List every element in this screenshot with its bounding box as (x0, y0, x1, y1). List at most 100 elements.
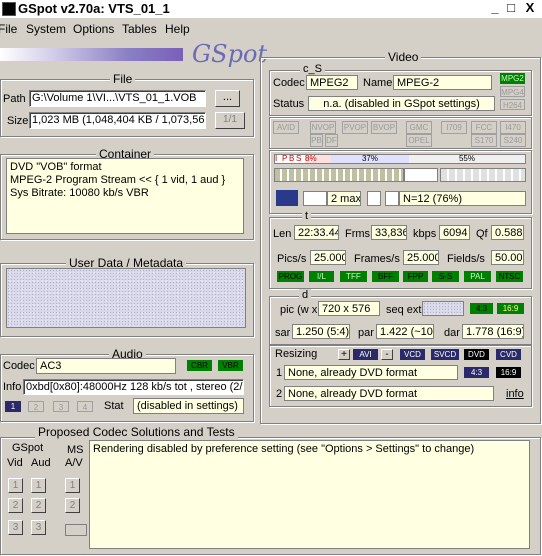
resize-vcd-button[interactable]: VCD (400, 349, 425, 360)
kbps-field: 6094 (439, 225, 470, 240)
bframes-field: 2 max (327, 191, 361, 206)
s240-tag: S240 (500, 134, 526, 147)
dar-field: 1.778 (16:9) (462, 324, 524, 339)
page-button[interactable]: 1/1 (215, 112, 245, 129)
vid-label: Vid (7, 457, 23, 469)
gop-tail-bar (440, 168, 526, 182)
len-field: 22:33.44 (294, 225, 339, 240)
par-label: par (358, 327, 374, 339)
proposed-legend: Proposed Codec Solutions and Tests (35, 425, 238, 439)
audio-stream-1[interactable]: 1 (5, 401, 21, 412)
menu-options[interactable]: Options (73, 22, 114, 36)
s170-tag: S170 (471, 134, 497, 147)
resize1-43-tag[interactable]: 4:3 (464, 367, 489, 378)
sar-label: sar (275, 327, 291, 339)
audio-stream-4[interactable]: 4 (77, 401, 93, 412)
seqext-label: seq ext (386, 304, 422, 316)
resize1-169-tag[interactable]: 16:9 (496, 367, 521, 378)
fields-field: 50.00 (491, 250, 524, 265)
opel-tag: OPEL (406, 134, 432, 147)
qf-label: Qf (476, 228, 488, 240)
resize-svcd-button[interactable]: SVCD (431, 349, 459, 360)
gop-closed-icon (385, 191, 399, 206)
video-name-label: Name (363, 77, 393, 89)
userdata-panel (6, 268, 246, 328)
close-button[interactable]: X (522, 1, 538, 15)
resize2-field: None, already DVD format (284, 386, 494, 401)
ms-1-button[interactable]: 1 (65, 478, 80, 493)
ar-169-tag: 16:9 (497, 303, 524, 314)
browse-button[interactable]: ... (215, 90, 240, 107)
resize-plus-button[interactable]: + (338, 349, 350, 360)
container-info-panel: DVD "VOB" format MPEG-2 Program Stream <… (6, 158, 244, 234)
menu-help[interactable]: Help (165, 22, 190, 36)
i470-tag: I470 (500, 121, 526, 134)
resize2-num: 2 (276, 388, 283, 400)
il-tag: I/L (309, 271, 334, 282)
df-tag: DF (325, 134, 338, 147)
info-link[interactable]: info (506, 388, 524, 400)
len-label: Len (273, 228, 292, 240)
resize-cvd-button[interactable]: CVD (496, 349, 521, 360)
resize1-field: None, already DVD format (284, 365, 458, 380)
resize1-num: 1 (276, 367, 283, 379)
i709-tag: I709 (441, 121, 467, 134)
gop-i-letter: I (275, 154, 278, 163)
gop-p-letter: P (282, 154, 288, 163)
ntsc-tag: NTSC (496, 271, 523, 282)
kbps-label: kbps (413, 228, 437, 240)
path-field[interactable]: G:\Volume 1\VI...\VTS_01_1.VOB (29, 90, 206, 107)
gspot-aud-1-button[interactable]: 1 (31, 478, 46, 493)
video-legend: Video (385, 50, 422, 64)
size-label: Size (7, 115, 29, 127)
gspot-label: GSpot (12, 442, 44, 454)
gmc-tag: GMC (406, 121, 432, 134)
container-line-format: DVD "VOB" format (10, 161, 102, 173)
resize-avi-button[interactable]: AVI (353, 349, 378, 360)
bframe-icon (303, 191, 327, 206)
audio-stream-2[interactable]: 2 (28, 401, 44, 412)
frms-label: Frms (345, 228, 371, 240)
tff-tag: TFF (340, 271, 367, 282)
cs-legend: c_S (300, 63, 325, 75)
video-status-field: n.a. (disabled in GSpot settings) (308, 96, 495, 111)
size-field: 1,023 MB (1,048,404 KB / 1,073,56 (29, 112, 206, 129)
bff-tag: BFF (372, 271, 399, 282)
frames-label: Frames/s (354, 253, 400, 265)
audio-stream-3[interactable]: 3 (53, 401, 69, 412)
container-line-stream: MPEG-2 Program Stream << { 1 vid, 1 aud … (10, 174, 226, 186)
aud-label: Aud (31, 457, 51, 469)
cbr-tag: CBR (187, 360, 212, 371)
gspot-vid-2-button[interactable]: 2 (8, 498, 23, 513)
maximize-button[interactable]: □ (503, 1, 519, 15)
audio-info-label: Info (3, 381, 22, 393)
window-title: GSpot v2.70a: VTS_01_1 (18, 1, 170, 16)
av-label: A/V (65, 457, 83, 469)
resize-minus-button[interactable]: - (381, 349, 393, 360)
resize-dvd-button[interactable]: DVD (464, 349, 489, 360)
gspot-logo: GSpot (192, 40, 268, 68)
resizing-label: Resizing (275, 348, 318, 360)
menu-file[interactable]: File (0, 22, 17, 36)
seqext-field (422, 301, 464, 316)
gspot-aud-2-button[interactable]: 2 (31, 498, 46, 513)
audio-stat-field: (disabled in settings) (133, 398, 244, 414)
menu-system[interactable]: System (26, 22, 66, 36)
gspot-vid-3-button[interactable]: 3 (8, 520, 23, 535)
gop-frame-bar (274, 168, 404, 182)
gop-p-percent: 37% (331, 155, 409, 163)
mpg4-tag: MPG4 (500, 86, 525, 97)
pic-field: 720 x 576 (318, 301, 380, 316)
app-icon[interactable] (2, 2, 16, 16)
gop-n-field: N=12 (76%) (399, 191, 526, 206)
gspot-aud-3-button[interactable]: 3 (31, 520, 46, 535)
gspot-vid-1-button[interactable]: 1 (8, 478, 23, 493)
menu-tables[interactable]: Tables (122, 22, 157, 36)
pb-tag: PB (310, 134, 323, 147)
ms-2-button[interactable]: 2 (65, 498, 80, 513)
proposed-message: Rendering disabled by preference setting… (93, 443, 475, 455)
gop-length-icon (367, 191, 381, 206)
d-legend: d (299, 289, 312, 301)
par-field: 1.422 (~10: (376, 324, 434, 339)
minimize-button[interactable]: _ (487, 1, 503, 15)
